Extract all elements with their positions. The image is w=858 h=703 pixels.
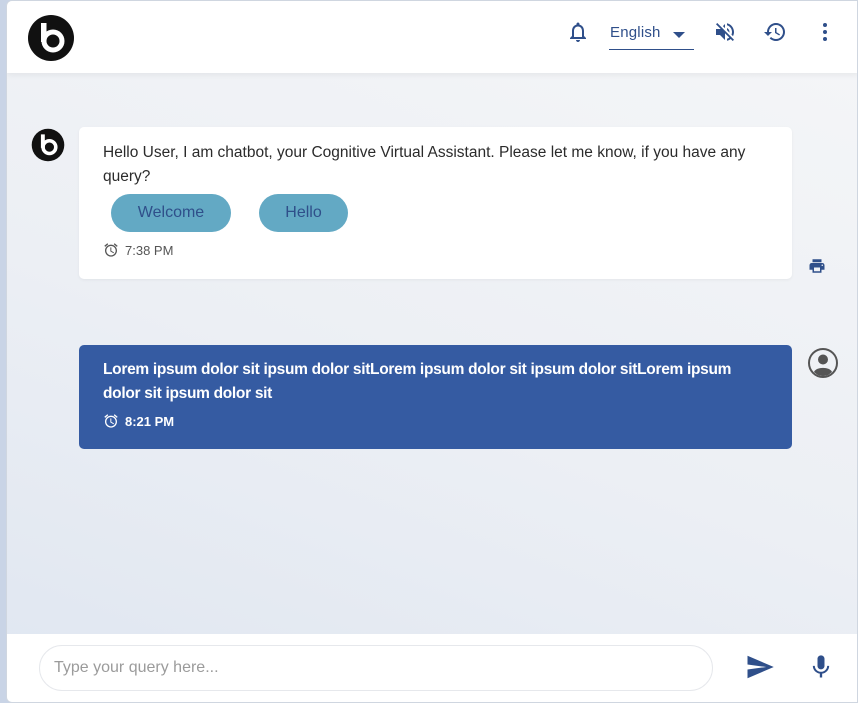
send-icon[interactable] xyxy=(745,652,775,682)
volume-off-icon[interactable] xyxy=(713,20,737,44)
language-selected: English xyxy=(610,24,661,41)
chat-window: English Hello User, I am chatbot, your C… xyxy=(6,0,858,703)
print-icon[interactable] xyxy=(808,257,826,275)
welcome-chip-button[interactable]: Welcome xyxy=(111,194,231,232)
bot-message-text: Hello User, I am chatbot, your Cognitive… xyxy=(103,144,746,185)
bot-message: Hello User, I am chatbot, your Cognitive… xyxy=(79,127,792,279)
user-time-text: 8:21 PM xyxy=(125,413,175,429)
query-input[interactable] xyxy=(39,645,713,691)
caret-down-icon xyxy=(673,32,685,38)
language-select[interactable]: English xyxy=(609,21,694,50)
user-message-time: 8:21 PM xyxy=(103,413,174,429)
bot-avatar-icon xyxy=(31,128,65,162)
mic-icon[interactable] xyxy=(807,652,835,682)
alarm-icon xyxy=(104,414,118,428)
more-vert-icon[interactable] xyxy=(813,20,837,44)
chat-header: English xyxy=(7,1,857,73)
chat-footer xyxy=(7,634,857,702)
history-icon[interactable] xyxy=(763,20,787,44)
user-message: Lorem ipsum dolor sit ipsum dolor sitLor… xyxy=(79,345,792,449)
hello-chip-button[interactable]: Hello xyxy=(259,194,348,232)
bot-message-time: 7:38 PM xyxy=(103,242,173,258)
bell-icon[interactable] xyxy=(566,20,590,44)
alarm-icon xyxy=(104,243,118,257)
b-logo-icon[interactable] xyxy=(27,14,75,62)
user-message-text: Lorem ipsum dolor sit ipsum dolor sitLor… xyxy=(103,361,732,402)
account-circle-icon xyxy=(808,348,838,378)
bot-time-text: 7:38 PM xyxy=(125,242,174,258)
